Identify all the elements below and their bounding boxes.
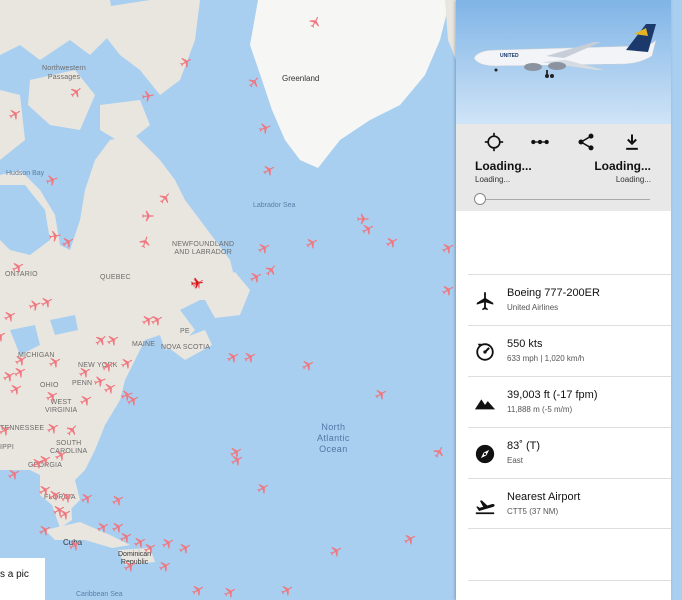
aircraft-marker[interactable] <box>140 88 156 104</box>
download-icon <box>626 134 638 150</box>
label-greenland: Greenland <box>282 74 320 83</box>
label-hudson-bay: Hudson Bay <box>6 170 45 177</box>
label-labrador-sea: Labrador Sea <box>253 202 296 209</box>
label-pe: PE <box>180 328 190 335</box>
label-northwestern-passages: Northwestern Passages <box>42 65 87 81</box>
flight-progress-track <box>478 199 650 200</box>
livery-text: UNITED <box>500 53 519 59</box>
aircraft-photo: UNITED <box>456 0 671 124</box>
heading-row[interactable]: 83˚ (T) East <box>468 427 671 477</box>
share-button[interactable] <box>573 130 599 154</box>
speed-row[interactable]: 550 kts 633 mph | 1,020 km/h <box>468 325 671 375</box>
caption-box: s a pic <box>0 558 45 600</box>
label-nova-scotia: NOVA SCOTIA <box>161 344 211 351</box>
crosshair-icon <box>484 132 504 152</box>
airplane-icon <box>474 290 496 312</box>
nearest-airport-row[interactable]: Nearest Airport CTT5 (37 NM) <box>468 478 671 529</box>
label-quebec: QUEBEC <box>100 274 131 281</box>
route-dots-icon <box>531 139 549 145</box>
caption-text: s a pic <box>0 569 29 580</box>
map-edge <box>671 0 682 600</box>
altitude-ft: 39,003 ft (-17 fpm) <box>507 389 598 401</box>
speed-kts: 550 kts <box>507 338 543 350</box>
selected-aircraft-marker[interactable] <box>189 275 204 290</box>
origin-loading: Loading... <box>475 159 532 173</box>
compass-icon <box>474 443 496 465</box>
aircraft-type: Boeing 777-200ER <box>507 287 600 299</box>
altitude-row[interactable]: 39,003 ft (-17 fpm) 11,888 m (-5 m/m) <box>468 376 671 426</box>
label-north-atlantic: North Atlantic Ocean <box>317 422 350 454</box>
flight-details-panel: UNITED Loading... Loading... Loading... … <box>456 0 671 600</box>
destination-loading: Loading... <box>594 159 651 173</box>
origin-loading-sub: Loading... <box>475 175 511 184</box>
share-icon <box>578 133 594 151</box>
nearest-airport-code: CTT5 (37 NM) <box>507 507 559 516</box>
aircraft-illustration: UNITED <box>456 0 671 124</box>
panel-divider <box>468 580 671 581</box>
aircraft-row[interactable]: Boeing 777-200ER United Airlines <box>468 274 671 324</box>
speed-other-units: 633 mph | 1,020 km/h <box>507 354 585 363</box>
takeoff-icon <box>474 494 496 516</box>
nearest-airport-title: Nearest Airport <box>507 491 581 503</box>
label-newfoundland: NEWFOUNDLAND AND LABRADOR <box>172 241 235 256</box>
aircraft-marker[interactable] <box>141 209 155 223</box>
heading-direction: East <box>507 456 524 465</box>
label-caribbean-sea: Caribbean Sea <box>76 591 123 598</box>
download-button[interactable] <box>619 130 645 154</box>
label-ippi: IPPI <box>0 444 15 451</box>
heading-degrees: 83˚ (T) <box>507 440 540 452</box>
route-button[interactable] <box>527 130 553 154</box>
altitude-m: 11,888 m (-5 m/m) <box>507 405 573 414</box>
speedometer-icon <box>474 341 496 363</box>
flight-toolbar: Loading... Loading... Loading... Loading… <box>456 124 671 211</box>
destination-loading-sub: Loading... <box>615 175 651 184</box>
mountain-icon <box>474 392 496 414</box>
airline-name: United Airlines <box>507 303 559 312</box>
locate-button[interactable] <box>481 130 507 154</box>
label-maine: MAINE <box>132 341 156 348</box>
flight-progress-thumb[interactable] <box>474 193 486 205</box>
